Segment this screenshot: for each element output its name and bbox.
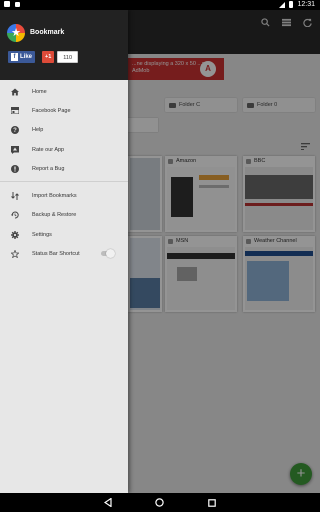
recent-apps-icon[interactable] [206, 497, 217, 508]
svg-text:?: ? [13, 128, 17, 134]
toggle-knob [106, 249, 115, 259]
drawer-header: ★ Bookmark f Like +1 110 [0, 10, 128, 80]
system-nav-bar [0, 493, 320, 512]
menu-item-import-bookmarks[interactable]: Import Bookmarks [0, 186, 128, 205]
facebook-icon: f [11, 53, 18, 61]
back-icon[interactable] [102, 497, 113, 508]
rate-app-icon [10, 145, 19, 154]
menu-item-status-bar-shortcut[interactable]: Status Bar Shortcut [0, 244, 128, 263]
app-notification-icon [15, 1, 20, 7]
menu-item-facebook-page[interactable]: Facebook Page [0, 101, 128, 120]
menu-item-backup-restore[interactable]: Backup & Restore [0, 206, 128, 225]
menu-item-label: Settings [32, 231, 52, 238]
menu-item-label: Status Bar Shortcut [32, 251, 80, 258]
status-bar: 12:31 [0, 0, 320, 10]
notification-icon [4, 1, 10, 7]
google-plus-button[interactable]: +1 110 [42, 51, 79, 63]
menu-item-rate-app[interactable]: Rate our App [0, 140, 128, 159]
home-button-icon[interactable] [154, 497, 165, 508]
app-name: Bookmark [30, 29, 65, 36]
menu-item-label: Rate our App [32, 146, 65, 153]
facebook-page-icon [10, 106, 19, 115]
facebook-like-label: Like [20, 54, 33, 60]
help-icon: ? [10, 126, 19, 135]
google-plus-label: +1 [42, 51, 55, 63]
facebook-like-button[interactable]: f Like [8, 51, 36, 63]
menu-item-label: Backup & Restore [32, 212, 77, 219]
menu-item-home[interactable]: Home [0, 82, 128, 101]
settings-icon [10, 230, 19, 239]
clock: 12:31 [297, 1, 315, 8]
backup-restore-icon [10, 211, 19, 220]
import-icon [10, 192, 19, 201]
star-icon [10, 250, 19, 259]
wifi-icon [279, 1, 286, 8]
menu-item-label: Facebook Page [32, 107, 71, 114]
menu-item-label: Help [32, 127, 44, 134]
navigation-drawer: ★ Bookmark f Like +1 110 Home Facebook P… [0, 10, 128, 493]
battery-icon [289, 1, 294, 8]
menu-item-help[interactable]: ? Help [0, 121, 128, 140]
menu-item-label: Home [32, 88, 47, 95]
menu-item-label: Import Bookmarks [32, 193, 77, 200]
home-icon [10, 87, 19, 96]
drawer-menu: Home Facebook Page ? Help Rate our App R… [0, 82, 128, 264]
google-plus-count: 110 [57, 51, 79, 63]
menu-item-report-bug[interactable]: Report a Bug [0, 159, 128, 178]
menu-divider [0, 181, 128, 183]
menu-item-label: Report a Bug [32, 165, 65, 172]
status-bar-shortcut-toggle[interactable] [101, 249, 115, 259]
report-bug-icon [10, 164, 19, 173]
menu-item-settings[interactable]: Settings [0, 225, 128, 244]
screen: 12:31 ...ne displaying a 320 x 50 ...r A… [0, 0, 320, 512]
app-logo-icon: ★ [7, 24, 25, 42]
